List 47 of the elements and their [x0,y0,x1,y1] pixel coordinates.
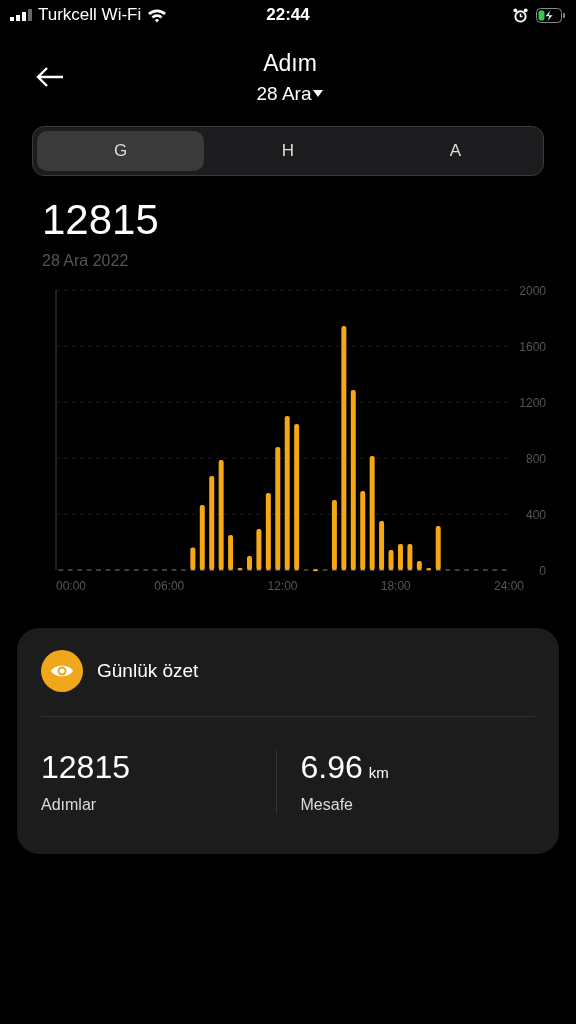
stat-value: 12815 [41,749,130,785]
y-tick-label: 1600 [519,340,546,354]
x-tick-label: 00:00 [56,579,87,592]
bar [407,543,413,570]
y-tick-label: 1200 [519,396,546,410]
card-title: Günlük özet [97,660,199,682]
bar [228,535,234,570]
eye-icon [41,650,83,692]
bar [331,500,337,570]
x-tick-label: 12:00 [267,579,298,592]
stat-label: Adımlar [41,796,98,814]
y-tick-label: 800 [525,452,546,466]
clock-time: 22:44 [265,5,311,25]
page-title: Adım [263,49,317,77]
bar [388,550,394,570]
wifi-icon [147,7,168,23]
stat-label: Mesafe [300,796,354,814]
bar [313,569,319,572]
x-tick-label: 06:00 [154,579,185,592]
stat-value: 6.96 [300,749,363,785]
period-tab[interactable]: H [204,131,372,171]
signal-icon [10,9,32,21]
bar [256,529,262,570]
alarm-clock-icon [513,7,528,23]
x-tick-label: 18:00 [380,579,411,592]
bar [237,568,243,571]
bar [190,547,196,570]
y-tick-label: 2000 [519,284,546,298]
carrier-name: Turkcell Wi-Fi [38,5,142,25]
bar [435,526,441,570]
bar [379,521,385,570]
stat-unit: km [368,764,389,781]
y-tick-label: 400 [525,508,546,522]
bar [426,568,432,571]
caret-icon [313,90,324,97]
period-tab[interactable]: A [371,131,539,171]
bar [416,561,422,570]
back-arrow-icon[interactable] [36,67,64,87]
total-date: 28 Ara 2022 [42,252,130,270]
bar [397,543,403,570]
x-tick-label: 24:00 [494,579,524,592]
y-tick-label: 0 [539,564,546,578]
period-tab[interactable]: G [37,131,205,171]
bar [246,556,252,570]
step-total: 12815 [42,196,160,244]
date-dropdown[interactable]: 28 Ara [256,82,324,105]
bar [199,505,205,570]
